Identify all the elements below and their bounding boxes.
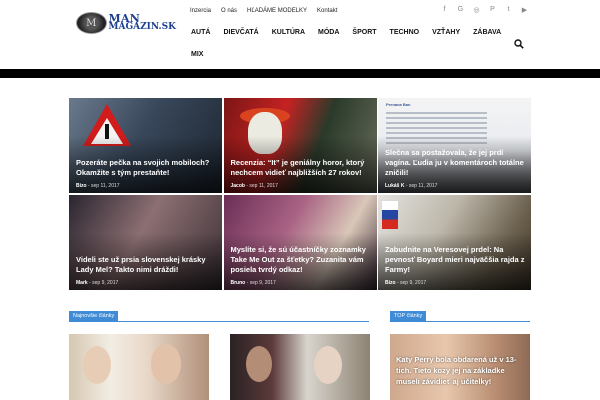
header-divider-bar: [0, 69, 600, 78]
social-icons: f G ◎ P t ▶: [441, 6, 528, 14]
tile-author[interactable]: Mark: [76, 280, 88, 286]
section-underline: [69, 321, 369, 322]
tile-meta: Bizo - sep 11, 2017: [76, 183, 120, 189]
tile-title[interactable]: Zabudnite na Veresovej prdel: Na pevnosť…: [385, 245, 525, 275]
featured-tile[interactable]: Myslíte si, že sú účastníčky zoznamky Ta…: [223, 195, 377, 290]
tile-date: sep 9, 2017: [400, 280, 427, 286]
tile-date: sep 11, 2017: [249, 183, 278, 189]
search-icon[interactable]: [514, 39, 524, 49]
tile-title[interactable]: Slečna sa postažovala, že jej prdí vagín…: [385, 148, 525, 178]
tile-meta: Lukáš K - sep 11, 2017: [385, 183, 438, 189]
logo-emblem: M: [76, 12, 107, 34]
top-nav: Inzercia O nás HĽADÁME MODELKY Kontakt: [190, 8, 337, 14]
nav-techno[interactable]: TECHNO: [390, 27, 420, 39]
post-author-name: Prenana Ban: [386, 102, 411, 107]
featured-grid: Pozeráte pečka na svojich mobiloch? Okam…: [69, 98, 531, 290]
facebook-icon[interactable]: f: [441, 6, 448, 14]
tile-author[interactable]: Jacob: [231, 183, 245, 189]
instagram-icon[interactable]: ◎: [473, 6, 480, 14]
pinterest-icon[interactable]: P: [489, 6, 496, 14]
logo-text: MAN MAGAZIN.SK: [108, 13, 177, 32]
nav-sport[interactable]: ŠPORT: [352, 27, 376, 39]
tile-date: sep 9, 2017: [92, 280, 119, 286]
nav-kultura[interactable]: KULTÚRA: [272, 27, 305, 39]
twitter-icon[interactable]: t: [505, 6, 512, 14]
tile-meta: Bizo - sep 9, 2017: [385, 280, 427, 286]
top-article-thumbnail[interactable]: Katy Perry bola obdarená už v 13-tich. T…: [390, 334, 530, 400]
tile-author[interactable]: Bizo: [76, 183, 87, 189]
top-nav-o-nas[interactable]: O nás: [221, 8, 237, 14]
logo-line-2: MAGAZIN.SK: [108, 22, 177, 32]
tile-date: sep 11, 2017: [408, 183, 438, 189]
tile-date: sep 11, 2017: [91, 183, 120, 189]
article-thumbnail[interactable]: [230, 334, 370, 400]
tile-author[interactable]: Bruno: [231, 280, 246, 286]
nav-dievcata[interactable]: DIEVČATÁ: [223, 27, 258, 39]
top-nav-inzercia[interactable]: Inzercia: [190, 8, 211, 14]
face-graphic: [151, 344, 181, 384]
tile-title[interactable]: Pozeráte pečka na svojich mobiloch? Okam…: [76, 158, 216, 178]
youtube-icon[interactable]: ▶: [521, 6, 528, 14]
featured-tile[interactable]: Pozeráte pečka na svojich mobiloch? Okam…: [69, 98, 222, 193]
featured-tile[interactable]: Zabudnite na Veresovej prdel: Na pevnosť…: [378, 195, 531, 290]
page: M MAN MAGAZIN.SK Inzercia O nás HĽADÁME …: [0, 0, 600, 400]
nav-mix[interactable]: MIX: [191, 49, 203, 61]
featured-tile[interactable]: Recenzia: “It” je geniálny horor, ktorý …: [223, 98, 377, 193]
article-thumbnail[interactable]: [69, 334, 209, 400]
nav-auta[interactable]: AUTÁ: [191, 27, 210, 39]
face-graphic: [246, 346, 272, 382]
top-article-title[interactable]: Katy Perry bola obdarená už v 13-tich. T…: [396, 354, 524, 387]
google-plus-icon[interactable]: G: [457, 6, 464, 14]
main-nav: AUTÁ DIEVČATÁ KULTÚRA MÓDA ŠPORT TECHNO …: [191, 27, 503, 61]
tile-title[interactable]: Videli ste už prsia slovenskej krásky La…: [76, 255, 216, 275]
face-graphic: [83, 346, 111, 384]
top-nav-kontakt[interactable]: Kontakt: [317, 8, 337, 14]
tile-title[interactable]: Myslíte si, že sú účastníčky zoznamky Ta…: [231, 245, 371, 275]
site-logo[interactable]: M MAN MAGAZIN.SK: [76, 12, 176, 34]
tile-meta: Bruno - sep 9, 2017: [230, 280, 276, 286]
nav-moda[interactable]: MÓDA: [318, 27, 339, 39]
featured-tile[interactable]: Videli ste už prsia slovenskej krásky La…: [69, 195, 222, 290]
nav-zabava[interactable]: ZÁBAVA: [473, 27, 501, 39]
tile-date: sep 9, 2017: [249, 280, 276, 286]
face-graphic: [314, 346, 342, 384]
slovak-flag-graphic: [382, 201, 398, 229]
nav-vztahy[interactable]: VZŤAHY: [432, 27, 460, 39]
tile-title[interactable]: Recenzia: “It” je geniálny horor, ktorý …: [231, 158, 371, 178]
tile-author[interactable]: Lukáš K: [385, 183, 404, 189]
tile-meta: Jacob - sep 11, 2017: [230, 183, 278, 189]
top-nav-hladame-modelky[interactable]: HĽADÁME MODELKY: [247, 8, 307, 14]
tile-meta: Mark - sep 9, 2017: [76, 280, 119, 286]
section-underline: [390, 321, 530, 322]
featured-tile[interactable]: Prenana Ban Slečna sa postažovala, že je…: [378, 98, 531, 193]
tile-author[interactable]: Bizo: [385, 280, 396, 286]
